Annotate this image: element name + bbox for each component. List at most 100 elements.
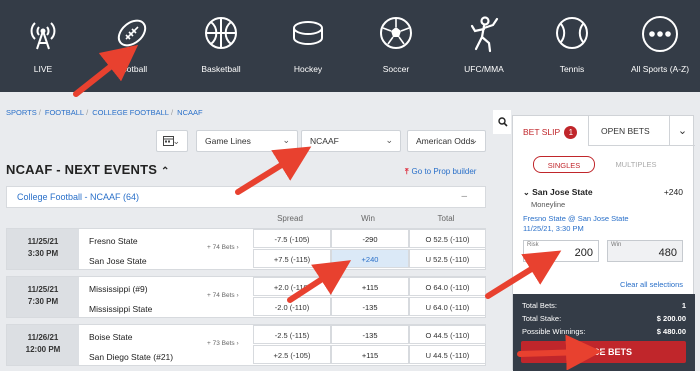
win-odds[interactable]: +115	[331, 345, 409, 364]
win-input[interactable]: Win 480	[607, 240, 683, 262]
chevron-down-icon: ⌄	[172, 136, 180, 146]
total-odds[interactable]: U 44.5 (-110)	[409, 345, 486, 364]
tab-open-bets[interactable]: OPEN BETS	[589, 116, 669, 146]
game-datetime: 11/25/21 3:30 PM	[7, 229, 79, 269]
risk-value: 200	[574, 247, 593, 259]
collapse-icon[interactable]: –	[461, 191, 467, 202]
breadcrumb-sports[interactable]: SPORTS	[6, 108, 37, 117]
total-odds[interactable]: O 44.5 (-110)	[409, 325, 486, 344]
matchup-link[interactable]: Fresno State @ San Jose State 11/25/21, …	[523, 214, 629, 234]
league-header-text: College Football - NCAAF (64)	[17, 192, 140, 202]
chevron-down-icon[interactable]: ⌄	[523, 188, 530, 197]
more-bets-text: + 73 Bets	[207, 340, 235, 347]
win-odds-selected[interactable]: +240	[331, 249, 409, 268]
spread-odds[interactable]: -2.5 (-115)	[253, 325, 331, 344]
team-name: Boise State	[89, 332, 133, 342]
tab-bet-slip[interactable]: BET SLIP 1	[513, 116, 589, 146]
total-bets-row: Total Bets: 1	[522, 301, 686, 310]
col-spread: Spread	[277, 214, 303, 223]
chevron-down-icon[interactable]: ⌄	[669, 116, 695, 146]
league-select[interactable]: NCAAF ⌄	[301, 130, 401, 152]
bet-slip: BET SLIP 1 OPEN BETS ⌄ SINGLES MULTIPLES…	[512, 115, 695, 371]
total-odds[interactable]: O 64.0 (-110)	[409, 277, 486, 296]
pick-type: Moneyline	[531, 200, 566, 209]
nav-label: Soccer	[382, 64, 410, 74]
more-bets-link[interactable]: + 74 Bets ›	[207, 292, 239, 299]
breadcrumb-football[interactable]: FOOTBALL	[45, 108, 84, 117]
nav-live[interactable]: LIVE	[3, 0, 83, 92]
odds-format-select[interactable]: American Odds ⌄	[407, 130, 486, 152]
spread-odds[interactable]: +2.0 (-110)	[253, 277, 331, 296]
more-bets-text: + 74 Bets	[207, 244, 235, 251]
col-win: Win	[361, 214, 375, 223]
breadcrumb-ncaaf[interactable]: NCAAF	[177, 108, 202, 117]
total-odds[interactable]: O 52.5 (-110)	[409, 229, 486, 248]
win-odds[interactable]: +115	[331, 277, 409, 296]
total-stake-row: Total Stake: $ 200.00	[522, 314, 686, 323]
game-row: 11/25/21 3:30 PM Fresno State San Jose S…	[6, 228, 486, 270]
more-bets-link[interactable]: + 73 Bets ›	[207, 340, 239, 347]
market-select-value: Game Lines	[205, 136, 251, 146]
team-name: San Jose State	[89, 256, 147, 266]
game-row: 11/26/21 12:00 PM Boise State San Diego …	[6, 324, 486, 366]
soccer-ball-icon	[380, 17, 412, 49]
fighter-icon	[470, 16, 499, 53]
nav-hockey[interactable]: Hockey	[268, 0, 348, 92]
game-time: 7:30 PM	[27, 297, 59, 306]
pick-odds: +240	[663, 187, 683, 197]
total-odds[interactable]: U 64.0 (-110)	[409, 297, 486, 316]
bet-totals: Total Bets: 1 Total Stake: $ 200.00 Poss…	[513, 294, 695, 371]
nav-label: Hockey	[293, 64, 323, 74]
total-bets-value: 1	[681, 301, 686, 310]
nav-football[interactable]: Football	[92, 0, 172, 92]
prop-builder-icon: ⤒	[405, 167, 409, 176]
breadcrumb-college-football[interactable]: COLLEGE FOOTBALL	[92, 108, 169, 117]
clear-selections-link[interactable]: Clear all selections	[620, 280, 683, 289]
spread-odds[interactable]: +2.5 (-105)	[253, 345, 331, 364]
chevron-up-icon[interactable]: ⌃	[161, 166, 170, 177]
team-name: Mississippi (#9)	[89, 284, 148, 294]
spread-odds[interactable]: +7.5 (-115)	[253, 249, 331, 268]
breadcrumb: SPORTS / FOOTBALL / COLLEGE FOOTBALL / NCAA…	[6, 108, 203, 117]
league-select-value: NCAAF	[310, 136, 339, 146]
multiples-toggle[interactable]: MULTIPLES	[595, 156, 677, 173]
league-header[interactable]: College Football - NCAAF (64) –	[6, 186, 486, 208]
risk-input[interactable]: Risk 200	[523, 240, 599, 262]
market-select[interactable]: Game Lines ⌄	[196, 130, 298, 152]
nav-tennis[interactable]: Tennis	[532, 0, 612, 92]
win-odds[interactable]: -290	[331, 229, 409, 248]
prop-builder-link[interactable]: ⤒ Go to Prop builder	[405, 167, 476, 177]
matchup-date: 11/25/21, 3:30 PM	[523, 224, 584, 233]
sports-nav: LIVE Football Basketball Hockey Soccer U…	[0, 0, 700, 92]
place-bets-button[interactable]: PLACE BETS	[521, 341, 686, 363]
total-odds[interactable]: U 52.5 (-110)	[409, 249, 486, 268]
nav-ufc-mma[interactable]: UFC/MMA	[444, 0, 524, 92]
game-row: 11/25/21 7:30 PM Mississippi (#9) Missis…	[6, 276, 486, 318]
game-time: 12:00 PM	[25, 345, 61, 354]
game-datetime: 11/26/21 12:00 PM	[7, 325, 79, 365]
total-bets-label: Total Bets:	[522, 301, 558, 310]
team-name: San Diego State (#21)	[89, 352, 174, 362]
total-stake-value: $ 200.00	[656, 314, 686, 323]
game-date: 11/25/21	[27, 285, 59, 294]
more-bets-link[interactable]: + 74 Bets ›	[207, 244, 239, 251]
singles-toggle[interactable]: SINGLES	[533, 156, 595, 173]
more-bets-text: + 74 Bets	[207, 292, 235, 299]
odds-format-value: American Odds	[416, 136, 475, 146]
win-odds[interactable]: -135	[331, 297, 409, 316]
prop-builder-text: Go to Prop builder	[411, 167, 477, 176]
page-title-text: NCAAF - NEXT EVENTS	[6, 162, 158, 177]
spread-odds[interactable]: -2.0 (-110)	[253, 297, 331, 316]
spread-odds[interactable]: -7.5 (-105)	[253, 229, 331, 248]
win-odds[interactable]: -135	[331, 325, 409, 344]
calendar-dropdown[interactable]: ⌄	[156, 130, 188, 152]
more-dots-icon	[642, 16, 678, 52]
nav-all-sports[interactable]: All Sports (A-Z)	[620, 0, 700, 92]
possible-winnings-row: Possible Winnings: $ 480.00	[522, 327, 686, 336]
nav-basketball[interactable]: Basketball	[181, 0, 261, 92]
nav-label: Basketball	[201, 64, 241, 74]
nav-label: UFC/MMA	[464, 64, 504, 74]
search-button[interactable]	[493, 110, 511, 134]
team-name: Fresno State	[89, 236, 138, 246]
nav-soccer[interactable]: Soccer	[356, 0, 436, 92]
